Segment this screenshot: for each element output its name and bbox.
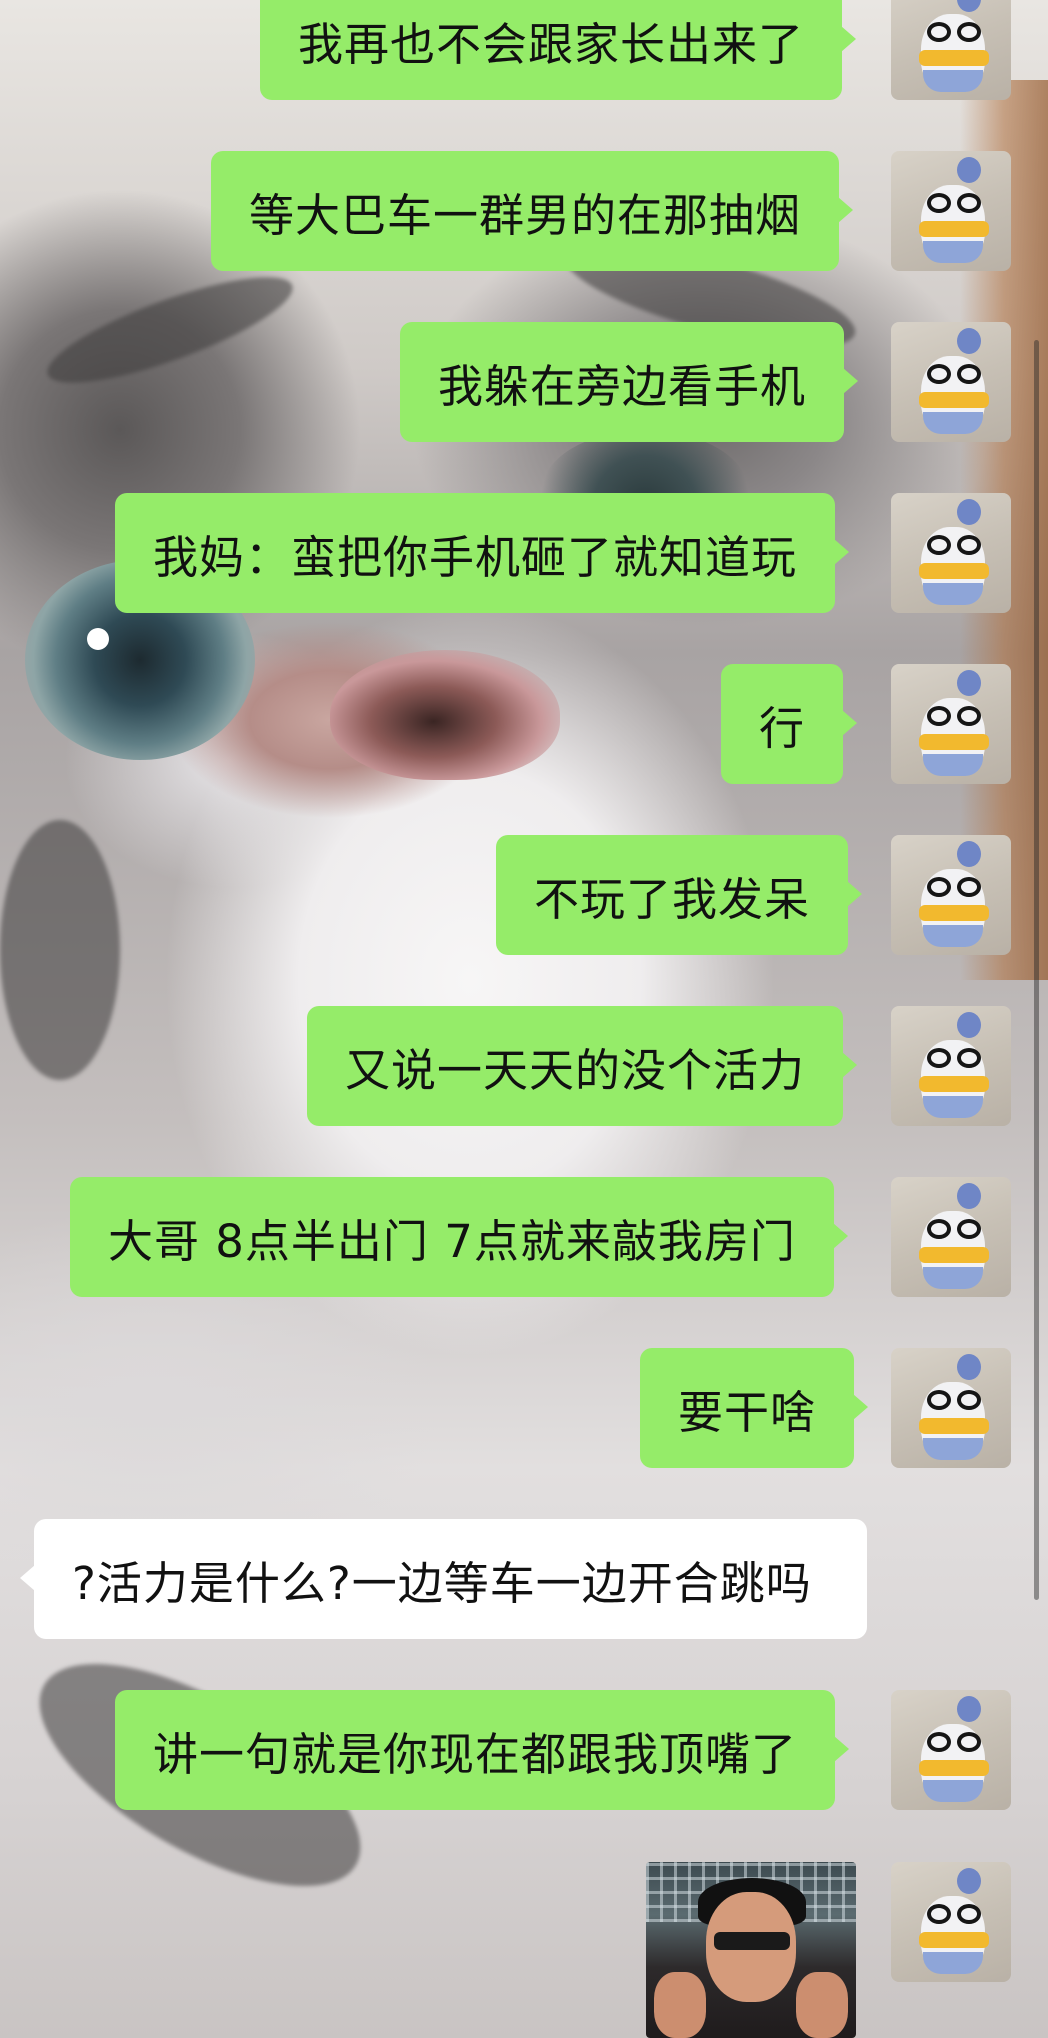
avatar-glasses (921, 1048, 987, 1070)
message-text: 等大巴车一群男的在那抽烟 (249, 188, 802, 242)
avatar-scarf (919, 905, 989, 921)
message-bubble-sent[interactable]: 等大巴车一群男的在那抽烟 (211, 151, 854, 271)
avatar-glasses (921, 877, 987, 899)
message-bubble-sent[interactable]: 我妈：蛮把你手机砸了就知道玩 (115, 493, 850, 613)
avatar-scarf (919, 1247, 989, 1263)
message-bubble-sent[interactable]: 不玩了我发呆 (496, 835, 863, 955)
avatar-hat (957, 670, 981, 696)
message-bubble-sent[interactable]: 行 (721, 664, 858, 784)
avatar-hat (957, 1354, 981, 1380)
message-text: 又说一天天的没个活力 (345, 1043, 806, 1097)
avatar-scarf (919, 1076, 989, 1092)
avatar-glasses (921, 193, 987, 215)
avatar-hat (957, 841, 981, 867)
avatar-pants (923, 1096, 983, 1118)
avatar-pants (923, 1952, 983, 1974)
user-avatar[interactable] (891, 493, 1011, 613)
avatar-scarf (919, 1418, 989, 1434)
sticker-hand-right (796, 1972, 848, 2038)
avatar-hat (957, 1696, 981, 1722)
avatar-glasses (921, 535, 987, 557)
avatar-pants (923, 70, 983, 92)
avatar-pants (923, 754, 983, 776)
message-text: 不玩了我发呆 (534, 872, 811, 926)
message-text: ?活力是什么?一边等车一边开合跳吗 (72, 1556, 812, 1610)
user-avatar[interactable] (891, 322, 1011, 442)
meme-sticker-image[interactable] (646, 1862, 856, 2038)
avatar-pants (923, 1267, 983, 1289)
message-bubble-sent[interactable]: 我躲在旁边看手机 (400, 322, 859, 442)
avatar-hat (957, 0, 981, 12)
message-bubble-sent[interactable]: 大哥 8点半出门 7点就来敲我房门 (70, 1177, 848, 1297)
avatar-pants (923, 412, 983, 434)
avatar-scarf (919, 392, 989, 408)
message-text: 我再也不会跟家长出来了 (298, 17, 805, 71)
message-text: 我躲在旁边看手机 (438, 359, 807, 413)
avatar-glasses (921, 1219, 987, 1241)
message-text: 大哥 8点半出门 7点就来敲我房门 (108, 1214, 796, 1268)
avatar-scarf (919, 1760, 989, 1776)
avatar-glasses (921, 1732, 987, 1754)
user-avatar[interactable] (891, 664, 1011, 784)
user-avatar[interactable] (891, 0, 1011, 100)
avatar-scarf (919, 734, 989, 750)
avatar-hat (957, 499, 981, 525)
avatar-pants (923, 925, 983, 947)
user-avatar[interactable] (891, 1177, 1011, 1297)
user-avatar[interactable] (891, 1006, 1011, 1126)
message-bubble-sent[interactable]: 讲一句就是你现在都跟我顶嘴了 (115, 1690, 850, 1810)
sticker-hand-left (654, 1972, 706, 2038)
avatar-glasses (921, 706, 987, 728)
message-text: 要干啥 (678, 1385, 817, 1439)
avatar-hat (957, 328, 981, 354)
avatar-scarf (919, 221, 989, 237)
avatar-hat (957, 1183, 981, 1209)
avatar-pants (923, 583, 983, 605)
avatar-glasses (921, 1390, 987, 1412)
user-avatar[interactable] (891, 1862, 1011, 1982)
avatar-pants (923, 1780, 983, 1802)
message-bubble-sent[interactable]: 又说一天天的没个活力 (307, 1006, 858, 1126)
avatar-glasses (921, 1904, 987, 1926)
message-bubble-sent[interactable]: 我再也不会跟家长出来了 (260, 0, 857, 100)
user-avatar[interactable] (891, 835, 1011, 955)
user-avatar[interactable] (891, 1690, 1011, 1810)
cat-nose (330, 650, 560, 780)
fur-stripe (37, 257, 303, 403)
avatar-glasses (921, 22, 987, 44)
avatar-pants (923, 241, 983, 263)
avatar-hat (957, 1012, 981, 1038)
avatar-glasses (921, 364, 987, 386)
avatar-scarf (919, 563, 989, 579)
avatar-scarf (919, 50, 989, 66)
message-bubble-sent[interactable]: 要干啥 (640, 1348, 869, 1468)
scrollbar[interactable] (1034, 340, 1039, 1600)
message-text: 行 (759, 701, 806, 755)
avatar-hat (957, 157, 981, 183)
user-avatar[interactable] (891, 151, 1011, 271)
message-text: 讲一句就是你现在都跟我顶嘴了 (153, 1727, 798, 1781)
user-avatar[interactable] (891, 1348, 1011, 1468)
avatar-hat (957, 1868, 981, 1894)
sticker-sunglasses (714, 1932, 790, 1950)
avatar-pants (923, 1438, 983, 1460)
eye-glint (87, 628, 109, 650)
avatar-scarf (919, 1932, 989, 1948)
message-text: 我妈：蛮把你手机砸了就知道玩 (153, 530, 798, 584)
fur-stripe (0, 820, 120, 1080)
message-bubble-received[interactable]: ?活力是什么?一边等车一边开合跳吗 (20, 1519, 867, 1639)
